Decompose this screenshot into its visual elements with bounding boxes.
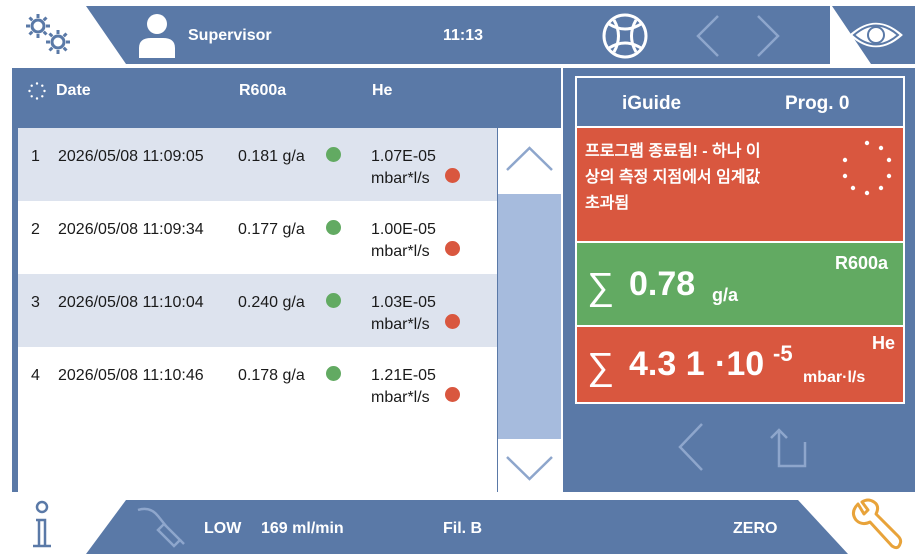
row-number: 4 xyxy=(31,367,40,384)
row-date: 2026/05/08 11:10:46 xyxy=(58,367,204,384)
row-r600a-value: 0.178 g/a xyxy=(238,367,305,384)
row-he-value: 1.03E-05 xyxy=(371,294,436,311)
he-sum-unit: mbar·l/s xyxy=(803,369,866,386)
iguide-header: iGuide Prog. 0 xyxy=(577,78,903,126)
flow-rate: 169 ml/min xyxy=(261,520,344,537)
row-date: 2026/05/08 11:09:34 xyxy=(58,221,204,238)
r600a-sum-tile: R600a ∑ 0.78 g/a xyxy=(577,243,903,325)
busy-spinner-icon xyxy=(28,82,46,100)
bottom-status-bar: LOW 169 ml/min Fil. B ZERO xyxy=(0,492,915,554)
he-fail-indicator xyxy=(445,387,460,402)
iguide-side-panel: iGuide Prog. 0 프로그램 종료됨! - 하나 이 상의 측정 지점… xyxy=(563,68,915,492)
sniffer-probe-icon xyxy=(136,504,188,550)
row-r600a-value: 0.181 g/a xyxy=(238,148,305,165)
filter-label: Fil. B xyxy=(443,520,483,537)
alert-text-line-2: 상의 측정 지점에서 임계값 xyxy=(585,169,761,186)
he-sum-exponent: -5 xyxy=(773,341,793,366)
row-date: 2026/05/08 11:10:04 xyxy=(58,294,204,311)
r600a-gas-label: R600a xyxy=(835,253,889,273)
row-he-value: 1.00E-05 xyxy=(371,221,436,238)
he-fail-indicator xyxy=(445,241,460,256)
he-sum-times-ten: ·10 xyxy=(715,345,765,383)
row-he-unit: mbar*l/s xyxy=(371,316,430,333)
settings-gears-icon[interactable] xyxy=(20,10,76,58)
iguide-alert-message: 프로그램 종료됨! - 하나 이 상의 측정 지점에서 임계값 초과됨 xyxy=(577,128,903,241)
info-icon[interactable] xyxy=(28,500,56,552)
column-header-he[interactable]: He xyxy=(372,82,392,100)
top-bar: Supervisor 11:13 xyxy=(0,0,915,70)
flow-mode: LOW xyxy=(204,520,242,537)
user-name[interactable]: Supervisor xyxy=(188,27,272,45)
iguide-box: iGuide Prog. 0 프로그램 종료됨! - 하나 이 상의 측정 지점… xyxy=(575,76,905,404)
r600a-ok-indicator xyxy=(326,220,341,235)
row-number: 1 xyxy=(31,148,40,165)
he-sum-mantissa: 4.3 1 xyxy=(629,345,705,383)
user-icon[interactable] xyxy=(137,12,177,58)
sigma-symbol: ∑ xyxy=(587,266,615,308)
column-header-date[interactable]: Date xyxy=(56,82,91,100)
eye-icon[interactable] xyxy=(848,18,904,52)
table-row[interactable]: 4 2026/05/08 11:10:46 0.178 g/a 1.21E-05… xyxy=(18,347,497,420)
nav-back-icon[interactable] xyxy=(692,12,724,60)
sigma-symbol: ∑ xyxy=(587,346,615,388)
globe-icon[interactable] xyxy=(601,12,649,60)
row-he-value: 1.07E-05 xyxy=(371,148,436,165)
r600a-ok-indicator xyxy=(326,366,341,381)
row-he-unit: mbar*l/s xyxy=(371,170,430,187)
wrench-icon[interactable] xyxy=(848,498,904,552)
scroll-down-button[interactable] xyxy=(498,439,561,492)
scroll-up-button[interactable] xyxy=(498,128,561,194)
table-row[interactable]: 1 2026/05/08 11:09:05 0.181 g/a 1.07E-05… xyxy=(18,128,497,201)
r600a-sum-unit: g/a xyxy=(712,285,739,305)
alert-text: 프로그램 종료됨! - 하나 이 상의 측정 지점에서 임계값 초과됨 xyxy=(585,139,830,217)
row-he-unit: mbar*l/s xyxy=(371,243,430,260)
clock-time: 11:13 xyxy=(443,27,484,44)
r600a-ok-indicator xyxy=(326,147,341,162)
row-he-value: 1.21E-05 xyxy=(371,367,436,384)
return-icon[interactable] xyxy=(761,426,811,470)
nav-forward-icon[interactable] xyxy=(752,12,784,60)
zero-button[interactable]: ZERO xyxy=(733,520,777,538)
he-fail-indicator xyxy=(445,168,460,183)
table-row[interactable]: 3 2026/05/08 11:10:04 0.240 g/a 1.03E-05… xyxy=(18,274,497,347)
row-r600a-value: 0.177 g/a xyxy=(238,221,305,238)
he-gas-label: He xyxy=(872,333,896,353)
row-number: 3 xyxy=(31,294,40,311)
busy-spinner-icon xyxy=(839,138,895,198)
scrollbar-thumb[interactable] xyxy=(498,194,561,439)
row-r600a-value: 0.240 g/a xyxy=(238,294,305,311)
iguide-title: iGuide xyxy=(622,93,682,114)
row-he-unit: mbar*l/s xyxy=(371,389,430,406)
table-scrollbar[interactable] xyxy=(498,128,561,439)
r600a-ok-indicator xyxy=(326,293,341,308)
program-label: Prog. 0 xyxy=(785,93,850,114)
alert-text-line-3: 초과됨 xyxy=(585,195,630,212)
alert-text-line-1: 프로그램 종료됨! - 하나 이 xyxy=(585,143,761,160)
row-date: 2026/05/08 11:09:05 xyxy=(58,148,204,165)
he-sum-tile: He ∑ 4.3 1 ·10 -5 mbar·l/s xyxy=(577,327,903,402)
results-table: 1 2026/05/08 11:09:05 0.181 g/a 1.07E-05… xyxy=(18,128,497,492)
column-header-r600a[interactable]: R600a xyxy=(239,82,286,100)
r600a-sum-value: 0.78 xyxy=(629,265,696,303)
results-panel: Date R600a He 1 2026/05/08 11:09:05 0.18… xyxy=(12,68,561,492)
back-icon[interactable] xyxy=(675,420,707,474)
he-fail-indicator xyxy=(445,314,460,329)
table-row[interactable]: 2 2026/05/08 11:09:34 0.177 g/a 1.00E-05… xyxy=(18,201,497,274)
row-number: 2 xyxy=(31,221,40,238)
